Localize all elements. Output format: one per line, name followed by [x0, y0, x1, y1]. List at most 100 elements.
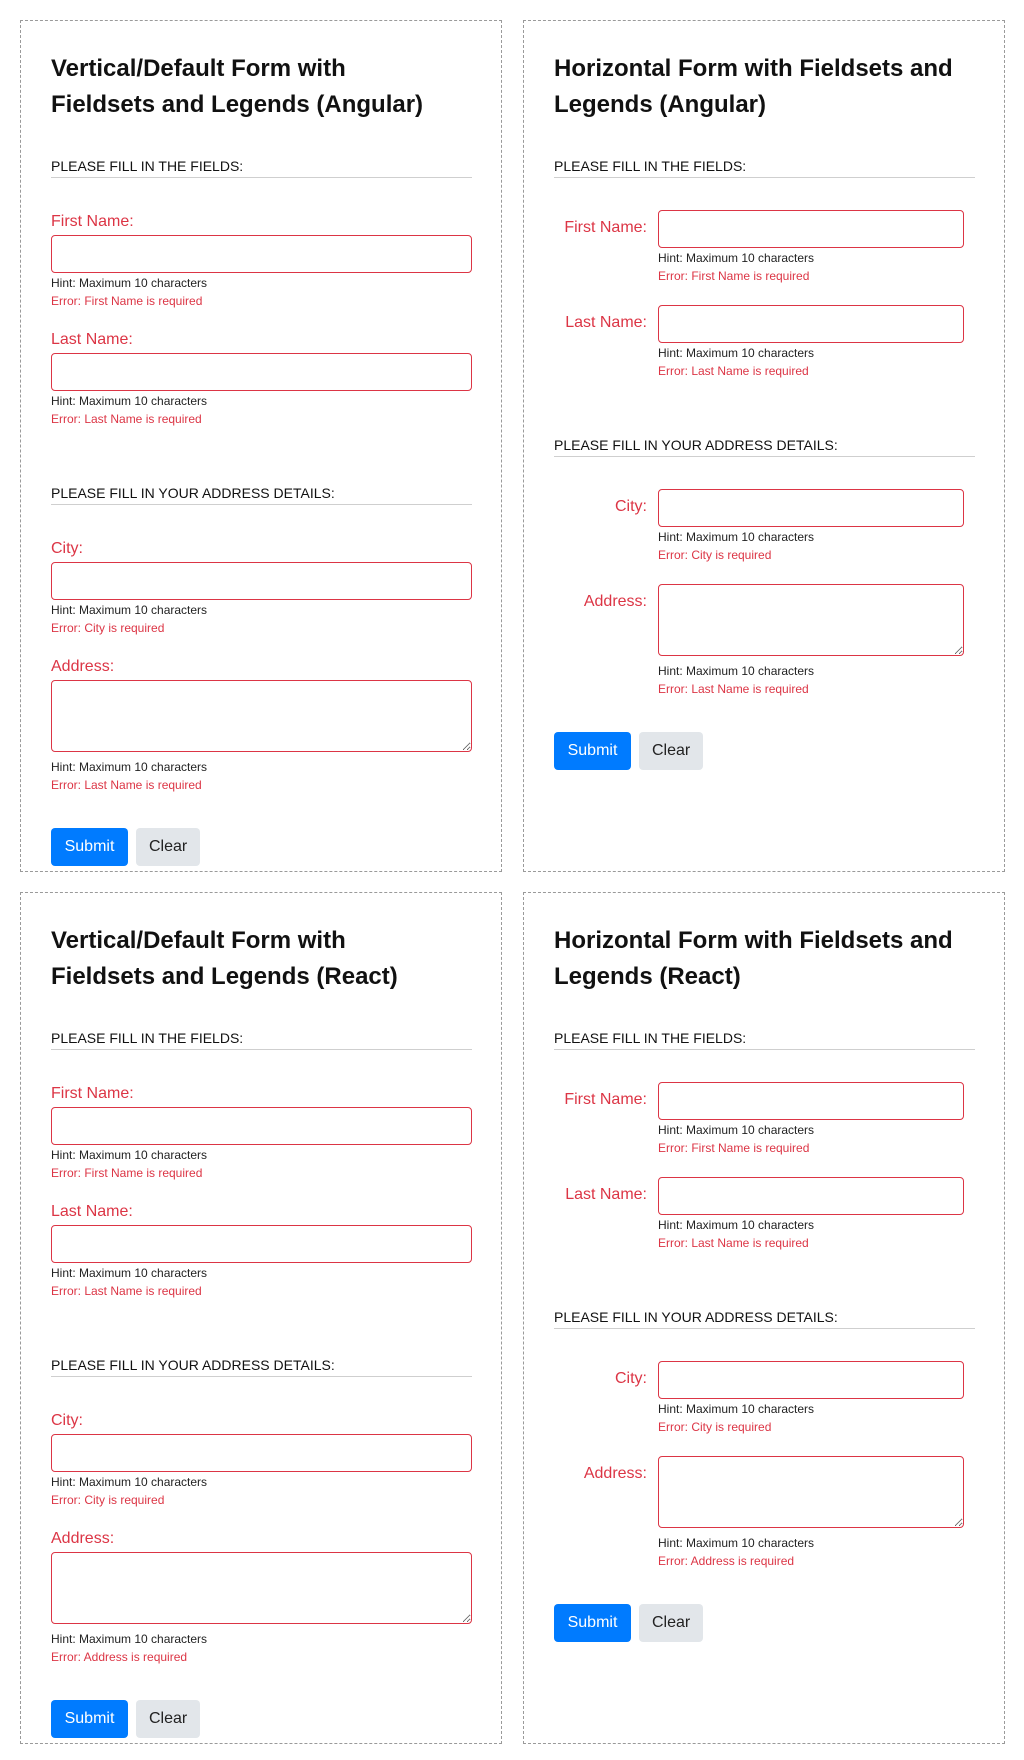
city-group: City: Hint: Maximum 10 characters Error:… [554, 489, 975, 564]
address-textarea[interactable] [658, 1456, 964, 1528]
first-name-error: Error: First Name is required [51, 294, 203, 308]
first-name-label: First Name: [564, 219, 647, 236]
first-name-error: Error: First Name is required [658, 1141, 810, 1155]
address-group: Address: Hint: Maximum 10 characters Err… [51, 657, 472, 794]
legend-personal: Please fill in the fields: [554, 1029, 975, 1050]
address-group: Address: Hint: Maximum 10 characters Err… [554, 1456, 975, 1570]
legend-address: Please fill in your address details: [554, 436, 975, 457]
city-label: City: [51, 1412, 83, 1429]
first-name-hint: Hint: Maximum 10 characters [51, 276, 208, 290]
clear-button[interactable]: Clear [136, 828, 200, 866]
city-error: Error: City is required [658, 1420, 772, 1434]
legend-personal: Please fill in the fields: [51, 1029, 472, 1050]
city-error: Error: City is required [51, 1493, 165, 1507]
form-panel-horizontal-react: Horizontal Form with Fieldsets and Legen… [523, 892, 1005, 1744]
first-name-error: Error: First Name is required [658, 269, 810, 283]
city-hint: Hint: Maximum 10 characters [658, 530, 815, 544]
first-name-input[interactable] [51, 235, 472, 273]
city-label: City: [615, 498, 647, 515]
last-name-label: Last Name: [51, 1203, 133, 1220]
address-hint: Hint: Maximum 10 characters [51, 760, 208, 774]
last-name-label: Last Name: [565, 314, 647, 331]
city-hint: Hint: Maximum 10 characters [658, 1402, 815, 1416]
form-panel-vertical-react: Vertical/Default Form with Fieldsets and… [20, 892, 502, 1744]
address-hint: Hint: Maximum 10 characters [658, 1536, 815, 1550]
first-name-label: First Name: [51, 213, 134, 230]
city-input[interactable] [51, 562, 472, 600]
last-name-label: Last Name: [51, 331, 133, 348]
last-name-input[interactable] [658, 1177, 964, 1215]
submit-button[interactable]: Submit [51, 1700, 128, 1738]
last-name-hint: Hint: Maximum 10 characters [51, 394, 208, 408]
address-error: Error: Address is required [51, 1650, 188, 1664]
last-name-input[interactable] [51, 353, 472, 391]
address-label: Address: [583, 593, 647, 610]
last-name-hint: Hint: Maximum 10 characters [51, 1266, 208, 1280]
address-label: Address: [51, 658, 115, 675]
city-input[interactable] [51, 1434, 472, 1472]
last-name-input[interactable] [658, 305, 964, 343]
first-name-error: Error: First Name is required [51, 1166, 203, 1180]
address-textarea[interactable] [51, 680, 472, 752]
form-buttons: Submit Clear [51, 1700, 471, 1738]
submit-button[interactable]: Submit [51, 828, 128, 866]
address-textarea[interactable] [51, 1552, 472, 1624]
address-hint: Hint: Maximum 10 characters [51, 1632, 208, 1646]
legend-personal: Please fill in the fields: [51, 157, 472, 178]
city-input[interactable] [658, 489, 964, 527]
first-name-group: First Name: Hint: Maximum 10 characters … [554, 210, 975, 285]
form-panel-horizontal-angular: Horizontal Form with Fieldsets and Legen… [523, 20, 1005, 872]
form-panel-vertical-angular: Vertical/Default Form with Fieldsets and… [20, 20, 502, 872]
address-group: Address: Hint: Maximum 10 characters Err… [554, 584, 975, 698]
city-hint: Hint: Maximum 10 characters [51, 603, 208, 617]
form-buttons: Submit Clear [51, 828, 471, 866]
city-hint: Hint: Maximum 10 characters [51, 1475, 208, 1489]
address-error: Error: Last Name is required [51, 778, 202, 792]
address-group: Address: Hint: Maximum 10 characters Err… [51, 1529, 472, 1666]
address-error: Error: Last Name is required [658, 682, 809, 696]
first-name-label: First Name: [51, 1085, 134, 1102]
first-name-input[interactable] [51, 1107, 472, 1145]
first-name-group: First Name: Hint: Maximum 10 characters … [51, 212, 472, 310]
clear-button[interactable]: Clear [639, 1604, 703, 1642]
first-name-label: First Name: [564, 1091, 647, 1108]
last-name-hint: Hint: Maximum 10 characters [658, 1218, 815, 1232]
city-group: City: Hint: Maximum 10 characters Error:… [51, 539, 472, 637]
city-group: City: Hint: Maximum 10 characters Error:… [51, 1411, 472, 1509]
clear-button[interactable]: Clear [639, 732, 703, 770]
first-name-hint: Hint: Maximum 10 characters [658, 251, 815, 265]
first-name-input[interactable] [658, 210, 964, 248]
last-name-error: Error: Last Name is required [658, 1236, 809, 1250]
submit-button[interactable]: Submit [554, 732, 631, 770]
address-hint: Hint: Maximum 10 characters [658, 664, 815, 678]
address-label: Address: [583, 1465, 647, 1482]
last-name-error: Error: Last Name is required [658, 364, 809, 378]
clear-button[interactable]: Clear [136, 1700, 200, 1738]
city-error: Error: City is required [51, 621, 165, 635]
address-textarea[interactable] [658, 584, 964, 656]
form-buttons: Submit Clear [554, 1604, 974, 1642]
first-name-hint: Hint: Maximum 10 characters [51, 1148, 208, 1162]
submit-button[interactable]: Submit [554, 1604, 631, 1642]
city-input[interactable] [658, 1361, 964, 1399]
last-name-group: Last Name: Hint: Maximum 10 characters E… [554, 305, 975, 380]
legend-address: Please fill in your address details: [51, 484, 472, 505]
legend-address: Please fill in your address details: [51, 1356, 472, 1377]
first-name-input[interactable] [658, 1082, 964, 1120]
address-label: Address: [51, 1530, 115, 1547]
last-name-hint: Hint: Maximum 10 characters [658, 346, 815, 360]
last-name-error: Error: Last Name is required [51, 412, 202, 426]
last-name-group: Last Name: Hint: Maximum 10 characters E… [51, 330, 472, 428]
last-name-group: Last Name: Hint: Maximum 10 characters E… [554, 1177, 975, 1252]
first-name-group: First Name: Hint: Maximum 10 characters … [51, 1084, 472, 1182]
legend-address: Please fill in your address details: [554, 1308, 975, 1329]
city-group: City: Hint: Maximum 10 characters Error:… [554, 1361, 975, 1436]
last-name-input[interactable] [51, 1225, 472, 1263]
first-name-group: First Name: Hint: Maximum 10 characters … [554, 1082, 975, 1157]
city-label: City: [51, 540, 83, 557]
panel-title: Vertical/Default Form with Fieldsets and… [51, 55, 424, 118]
panel-title: Vertical/Default Form with Fieldsets and… [51, 927, 398, 990]
panel-title: Horizontal Form with Fieldsets and Legen… [554, 55, 953, 118]
last-name-group: Last Name: Hint: Maximum 10 characters E… [51, 1202, 472, 1300]
legend-personal: Please fill in the fields: [554, 157, 975, 178]
